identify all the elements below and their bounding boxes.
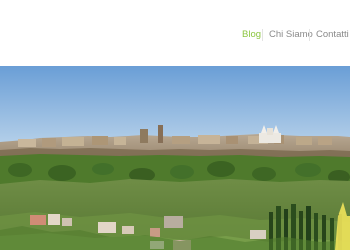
- website-page: Blog Chi Siamo Contatti e: [0, 0, 350, 250]
- sky: [0, 66, 350, 148]
- hero-landscape-image: [0, 66, 350, 250]
- countryside-foliage: [0, 161, 350, 184]
- nav-item-blog[interactable]: Blog: [242, 29, 261, 41]
- hero-banner: [0, 66, 350, 250]
- nav-item-chi-siamo[interactable]: Chi Siamo: [269, 29, 313, 41]
- main-navigation: Blog Chi Siamo Contatti e: [0, 0, 350, 66]
- site-header: Blog Chi Siamo Contatti e: [0, 0, 350, 66]
- nav-divider: [309, 29, 310, 41]
- nav-divider: [262, 29, 263, 41]
- nav-item-contatti[interactable]: Contatti e: [316, 29, 350, 41]
